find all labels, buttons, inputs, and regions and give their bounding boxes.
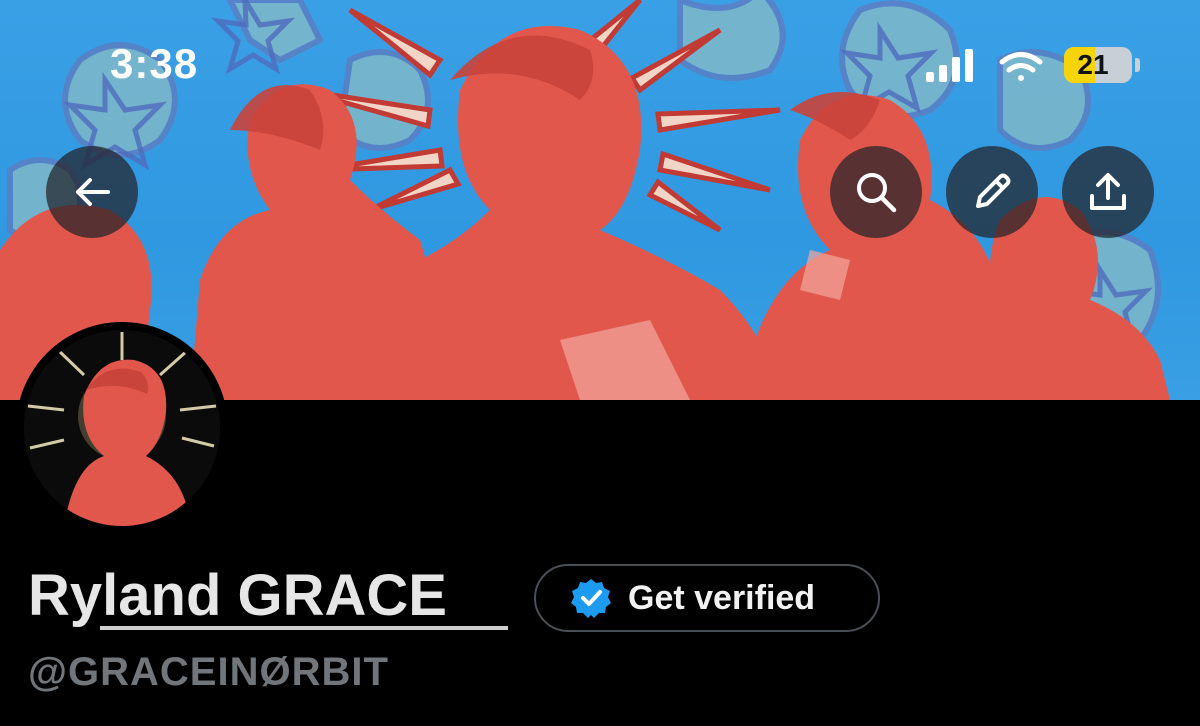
back-arrow-icon bbox=[76, 178, 110, 206]
display-name: Ryland GRACE bbox=[28, 563, 447, 628]
user-handle: @GRACEINØRBIT bbox=[28, 650, 389, 694]
edit-profile-button[interactable] bbox=[946, 146, 1038, 238]
verified-badge-icon bbox=[571, 579, 611, 618]
avatar[interactable] bbox=[16, 322, 228, 534]
search-icon bbox=[857, 173, 897, 213]
battery-level: 21 bbox=[1077, 49, 1109, 80]
cellular-signal-icon bbox=[926, 49, 973, 82]
battery-icon: 21 bbox=[1064, 47, 1132, 83]
battery-tip bbox=[1135, 58, 1140, 72]
pencil-icon bbox=[976, 173, 1011, 208]
status-time: 3:38 bbox=[110, 40, 199, 87]
avatar-artwork bbox=[24, 330, 220, 526]
get-verified-button[interactable]: Get verified bbox=[534, 564, 880, 632]
avatar-image bbox=[24, 330, 220, 526]
get-verified-label: Get verified bbox=[628, 578, 816, 617]
wifi-icon bbox=[999, 52, 1043, 81]
back-button[interactable] bbox=[46, 146, 138, 238]
name-underline bbox=[100, 626, 508, 630]
search-button[interactable] bbox=[830, 146, 922, 238]
share-button[interactable] bbox=[1062, 146, 1154, 238]
share-icon bbox=[1090, 173, 1126, 210]
